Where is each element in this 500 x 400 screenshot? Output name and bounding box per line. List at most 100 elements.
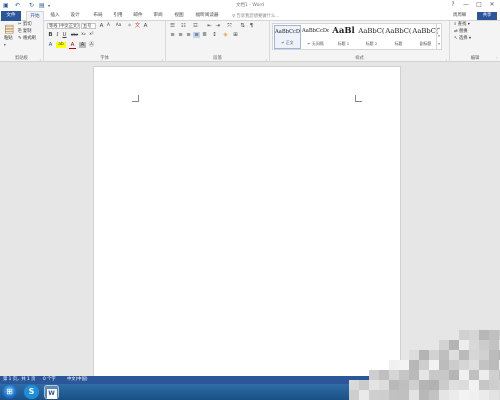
share-button[interactable]: 共享 bbox=[477, 12, 497, 20]
mosaic-cell bbox=[459, 350, 469, 360]
strikethrough-button[interactable]: abc bbox=[70, 32, 79, 38]
scroll-up-icon[interactable]: ▴ bbox=[437, 24, 441, 32]
align-left-icon[interactable]: ≡ bbox=[169, 32, 176, 38]
word-count[interactable]: 0 个字 bbox=[43, 376, 56, 384]
mosaic-cell bbox=[369, 370, 379, 380]
paste-icon[interactable]: ▤ bbox=[4, 23, 14, 35]
minimize-button[interactable]: — bbox=[460, 0, 472, 10]
numbering-icon[interactable]: ☷ bbox=[180, 23, 187, 29]
gallery-more-icon[interactable]: ▾ bbox=[437, 40, 441, 48]
bold-button[interactable]: B bbox=[47, 32, 54, 38]
tab-layout[interactable]: 布局 bbox=[90, 11, 106, 21]
paste-dropdown-icon[interactable]: ▾ bbox=[4, 42, 6, 48]
mosaic-cell bbox=[459, 370, 469, 380]
shrink-font-icon[interactable]: A bbox=[105, 23, 112, 29]
style-no-spacing[interactable]: AaBbCcDd ↵ 无间隔 bbox=[302, 25, 329, 49]
tab-design[interactable]: 设计 bbox=[67, 11, 83, 21]
maximize-button[interactable]: □ bbox=[473, 0, 485, 10]
find-button[interactable]: ⌕ 查找 ▾ bbox=[454, 22, 470, 28]
tell-me-search[interactable]: ♀ 告诉我您想要做什么... bbox=[232, 13, 279, 19]
style-heading-1[interactable]: AaBl 标题 1 bbox=[330, 25, 357, 49]
browser-taskbar-button[interactable]: S bbox=[24, 385, 39, 399]
show-marks-icon[interactable]: ¶ bbox=[248, 23, 255, 29]
phonetic-guide-icon[interactable]: 文 bbox=[134, 23, 141, 29]
copy-button[interactable]: ⎘ 复制 bbox=[18, 29, 31, 35]
line-spacing-icon[interactable]: ↕ bbox=[211, 32, 218, 38]
highlight-button[interactable]: ab bbox=[56, 42, 66, 48]
increase-indent-icon[interactable]: ⇥ bbox=[214, 23, 221, 29]
format-painter-button[interactable]: ✎ 格式刷 bbox=[18, 36, 36, 42]
subscript-button[interactable]: x₂ bbox=[80, 32, 87, 38]
decrease-indent-icon[interactable]: ⇤ bbox=[206, 23, 213, 29]
mosaic-cell bbox=[459, 330, 469, 340]
blurred-region bbox=[349, 330, 500, 400]
mosaic-cell bbox=[449, 390, 459, 400]
clipboard-group: ▤ 粘贴 ▾ ✂ 剪切 ⎘ 复制 ✎ 格式刷 剪贴板 ⌟ bbox=[0, 21, 44, 62]
mosaic-cell bbox=[409, 360, 419, 370]
close-button[interactable]: ✕ bbox=[486, 0, 498, 10]
style-normal[interactable]: AaBbCcDd ↵ 正文 bbox=[274, 25, 301, 49]
tab-mailings[interactable]: 邮件 bbox=[130, 11, 146, 21]
italic-button[interactable]: I bbox=[54, 32, 61, 38]
underline-button[interactable]: U bbox=[61, 32, 68, 38]
select-button[interactable]: ↖ 选择 ▾ bbox=[454, 36, 471, 42]
text-effects-button[interactable]: A bbox=[47, 42, 54, 48]
style-title[interactable]: AaBbC( 标题 bbox=[385, 25, 412, 49]
replace-button[interactable]: ⇄ 替换 bbox=[454, 29, 468, 35]
enclose-characters-button[interactable]: Ⓐ bbox=[88, 42, 95, 48]
paragraph-group: ☰ ☷ ☲ ⇤ ⇥ ⤧ ⇅ ¶ ≡ ≡ ≡ ≡ ≣ ↕ ◈ ⊞ 段落 ⌟ bbox=[166, 21, 270, 62]
tab-review[interactable]: 审阅 bbox=[150, 11, 166, 21]
collapse-ribbon-icon[interactable]: ⌃ bbox=[495, 57, 498, 61]
help-button[interactable]: ? bbox=[447, 0, 459, 10]
gallery-scroll[interactable]: ▴ ▾ ▾ bbox=[436, 24, 441, 49]
mosaic-cell bbox=[429, 390, 439, 400]
bullets-icon[interactable]: ☰ bbox=[169, 23, 176, 29]
character-shading-button[interactable]: A bbox=[79, 42, 86, 48]
font-launcher-icon[interactable]: ⌟ bbox=[161, 57, 163, 61]
superscript-button[interactable]: x² bbox=[88, 32, 95, 38]
align-right-icon[interactable]: ≡ bbox=[185, 32, 192, 38]
clipboard-launcher-icon[interactable]: ⌟ bbox=[39, 57, 41, 61]
align-center-icon[interactable]: ≡ bbox=[177, 32, 184, 38]
mosaic-cell bbox=[399, 390, 409, 400]
shading-icon[interactable]: ◈ bbox=[222, 32, 229, 38]
sort-icon[interactable]: ⇅ bbox=[239, 23, 246, 29]
tab-home[interactable]: 开始 bbox=[26, 11, 44, 21]
font-name-combo[interactable]: 等线 (中文正文) bbox=[47, 23, 80, 29]
mosaic-cell bbox=[489, 390, 499, 400]
font-color-button[interactable]: A bbox=[69, 42, 76, 49]
styles-launcher-icon[interactable]: ⌟ bbox=[445, 57, 447, 61]
page-count[interactable]: 第 1 页，共 1 页 bbox=[3, 376, 35, 384]
word-taskbar-button[interactable]: W bbox=[44, 385, 59, 399]
mosaic-cell bbox=[409, 390, 419, 400]
borders-icon[interactable]: ⊞ bbox=[232, 32, 239, 38]
user-account[interactable]: 周周嘛 bbox=[453, 11, 466, 21]
tab-insert[interactable]: 插入 bbox=[47, 11, 63, 21]
language-indicator[interactable]: 中文(中国) bbox=[67, 376, 88, 384]
paragraph-launcher-icon[interactable]: ⌟ bbox=[265, 57, 267, 61]
mosaic-cell bbox=[469, 340, 479, 350]
justify-icon[interactable]: ≡ bbox=[193, 32, 200, 38]
tab-view[interactable]: 视图 bbox=[171, 11, 187, 21]
change-case-icon[interactable]: Aa bbox=[113, 23, 124, 29]
mosaic-cell bbox=[349, 380, 359, 390]
tab-foxit-reader[interactable]: 福昕阅读器 bbox=[191, 11, 223, 21]
mosaic-cell bbox=[409, 370, 419, 380]
cut-button[interactable]: ✂ 剪切 bbox=[18, 22, 32, 28]
font-size-combo[interactable]: 五号 bbox=[81, 23, 96, 29]
mosaic-cell bbox=[459, 360, 469, 370]
tab-references[interactable]: 引用 bbox=[110, 11, 126, 21]
chinese-layout-icon[interactable]: ⤧ bbox=[226, 23, 233, 29]
style-subtitle[interactable]: AaBbC( 副标题 bbox=[412, 25, 439, 49]
scroll-down-icon[interactable]: ▾ bbox=[437, 32, 441, 40]
grow-font-icon[interactable]: A bbox=[98, 23, 105, 29]
mosaic-cell bbox=[439, 390, 449, 400]
character-border-icon[interactable]: A bbox=[142, 23, 149, 29]
select-dropdown-icon: ▾ bbox=[467, 36, 472, 41]
start-button[interactable]: ⊞ bbox=[2, 385, 17, 399]
multilevel-list-icon[interactable]: ☲ bbox=[192, 23, 199, 29]
style-heading-2[interactable]: AaBbC( 标题 2 bbox=[358, 25, 385, 49]
tab-file[interactable]: 文件 bbox=[1, 11, 21, 21]
clear-format-icon[interactable]: ✧ bbox=[126, 23, 133, 29]
distributed-icon[interactable]: ≣ bbox=[201, 32, 208, 38]
